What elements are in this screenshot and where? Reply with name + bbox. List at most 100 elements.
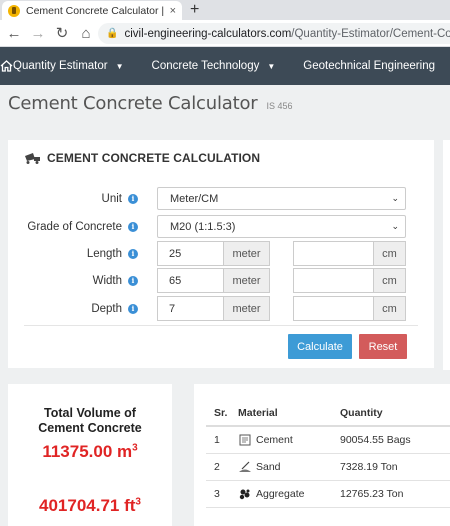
calculator-card: CEMENT CONCRETE CALCULATION Unit i Meter… (8, 140, 434, 368)
row-material-name: Aggregate (256, 488, 305, 500)
header-quantity: Quantity (340, 406, 383, 419)
table-row: 1 Cement 90054.55 Bags (206, 427, 450, 454)
superscript-3: 3 (132, 442, 138, 454)
materials-table-header: Sr. Material Quantity (206, 400, 450, 427)
page-heading: Cement Concrete Calculator IS 456 (8, 93, 293, 114)
nav-item-label: Concrete Technology (151, 60, 260, 72)
row-quantity: 12765.23 Ton (340, 488, 404, 500)
row-quantity: 90054.55 Bags (340, 434, 411, 446)
volume-cubic-meters: 11375.00 m3 (8, 442, 172, 462)
sand-shovel-icon (238, 461, 252, 473)
unit-select[interactable]: Meter/CM ⌄ (157, 187, 406, 210)
favicon-icon (8, 4, 20, 17)
volume-title-line1: Total Volume of (44, 406, 136, 420)
new-tab-icon[interactable]: + (190, 0, 199, 20)
site-nav: Quantity Estimator ▼ Concrete Technology ▼… (0, 47, 450, 85)
chevron-down-icon: ▼ (267, 61, 276, 71)
volume-title: Total Volume of Cement Concrete (8, 406, 172, 436)
browser-tab-strip: Cement Concrete Calculator | PC × + (0, 0, 450, 20)
width-cm-unit: cm (373, 268, 406, 293)
nav-quantity-estimator[interactable]: Quantity Estimator ▼ (13, 60, 124, 72)
chevron-down-icon: ⌄ (391, 193, 399, 203)
nav-item-label: Quantity Estimator (13, 60, 108, 72)
form-divider (24, 325, 418, 326)
calculate-button[interactable]: Calculate (288, 334, 352, 359)
depth-row: Depth i 7 meter cm (8, 296, 434, 321)
volume-result-card: Total Volume of Cement Concrete 11375.00… (8, 384, 172, 526)
volume-title-line2: Cement Concrete (38, 421, 142, 435)
grade-row: Grade of Concrete i M20 (1:1.5:3) ⌄ (8, 214, 434, 239)
row-material: Aggregate (238, 488, 340, 500)
row-sr: 1 (214, 434, 220, 446)
depth-meter-input[interactable]: 7 (157, 296, 223, 321)
depth-meter-unit: meter (223, 296, 270, 321)
grade-select-value: M20 (1:1.5:3) (170, 220, 236, 233)
nav-item-label: Geotechnical Engineering (303, 60, 435, 72)
address-bar[interactable]: 🔒 civil-engineering-calculators.com/Quan… (98, 23, 450, 44)
browser-toolbar: ← → ↻ ⌂ 🔒 civil-engineering-calculators.… (0, 20, 450, 47)
table-row: 3 Aggregate 12765.23 Ton (206, 481, 450, 508)
unit-select-value: Meter/CM (170, 192, 219, 205)
chevron-down-icon: ⌄ (391, 221, 399, 231)
length-row: Length i 25 meter cm (8, 241, 434, 266)
card-title-text: CEMENT CONCRETE CALCULATION (47, 151, 261, 165)
volume-cubic-feet: 401704.71 ft3 (8, 496, 172, 516)
info-icon[interactable]: i (128, 275, 138, 286)
width-label: Width (92, 274, 122, 287)
tab-title: Cement Concrete Calculator | PC (26, 4, 166, 17)
volume-ft3-value: 401704.71 ft (39, 496, 136, 515)
row-material-name: Cement (256, 434, 293, 446)
info-icon[interactable]: i (128, 193, 138, 204)
row-sr: 2 (214, 461, 220, 473)
length-meter-unit: meter (223, 241, 270, 266)
calculator-card-title: CEMENT CONCRETE CALCULATION (24, 151, 260, 165)
length-meter-input[interactable]: 25 (157, 241, 223, 266)
tab-close-icon[interactable]: × (170, 5, 176, 17)
row-material: Cement (238, 434, 340, 446)
width-cm-input[interactable] (293, 268, 373, 293)
width-meter-input[interactable]: 65 (157, 268, 223, 293)
header-material: Material (238, 406, 278, 419)
concrete-mixer-icon (24, 152, 42, 164)
materials-card: Sr. Material Quantity 1 Cement 90054.55 … (194, 384, 450, 526)
lock-icon: 🔒 (106, 28, 119, 39)
forward-arrow-icon[interactable]: → (26, 25, 50, 42)
nav-geotechnical-engineering[interactable]: Geotechnical Engineering (303, 60, 435, 72)
width-row: Width i 65 meter cm (8, 268, 434, 293)
depth-cm-unit: cm (373, 296, 406, 321)
browser-tab[interactable]: Cement Concrete Calculator | PC × (2, 1, 182, 20)
grade-label: Grade of Concrete (27, 220, 122, 233)
chevron-down-icon: ▼ (115, 61, 124, 71)
row-material-name: Sand (256, 461, 281, 473)
info-icon[interactable]: i (128, 303, 138, 314)
depth-label: Depth (91, 302, 122, 315)
side-card (443, 140, 450, 370)
unit-row: Unit i Meter/CM ⌄ (8, 186, 434, 211)
standard-badge: IS 456 (266, 101, 293, 111)
reset-button[interactable]: Reset (359, 334, 407, 359)
home-icon[interactable]: ⌂ (74, 25, 98, 42)
info-icon[interactable]: i (128, 221, 138, 232)
length-label: Length (86, 247, 122, 260)
row-quantity: 7328.19 Ton (340, 461, 398, 473)
url-path: /Quantity-Estimator/Cement-Concrete (291, 27, 450, 40)
header-sr: Sr. (214, 406, 228, 419)
grade-select[interactable]: M20 (1:1.5:3) ⌄ (157, 215, 406, 238)
length-cm-unit: cm (373, 241, 406, 266)
nav-concrete-technology[interactable]: Concrete Technology ▼ (152, 60, 276, 72)
length-cm-input[interactable] (293, 241, 373, 266)
superscript-3: 3 (135, 496, 141, 508)
row-sr: 3 (214, 488, 220, 500)
width-meter-unit: meter (223, 268, 270, 293)
back-arrow-icon[interactable]: ← (2, 25, 26, 42)
page-title: Cement Concrete Calculator (8, 93, 258, 114)
unit-label: Unit (101, 192, 122, 205)
info-icon[interactable]: i (128, 248, 138, 259)
reload-icon[interactable]: ↻ (50, 24, 74, 42)
aggregate-stones-icon (238, 488, 252, 500)
table-row: 2 Sand 7328.19 Ton (206, 454, 450, 481)
cement-bag-icon (238, 434, 252, 446)
depth-cm-input[interactable] (293, 296, 373, 321)
volume-m3-value: 11375.00 m (42, 442, 133, 461)
site-home-icon[interactable] (0, 60, 13, 72)
